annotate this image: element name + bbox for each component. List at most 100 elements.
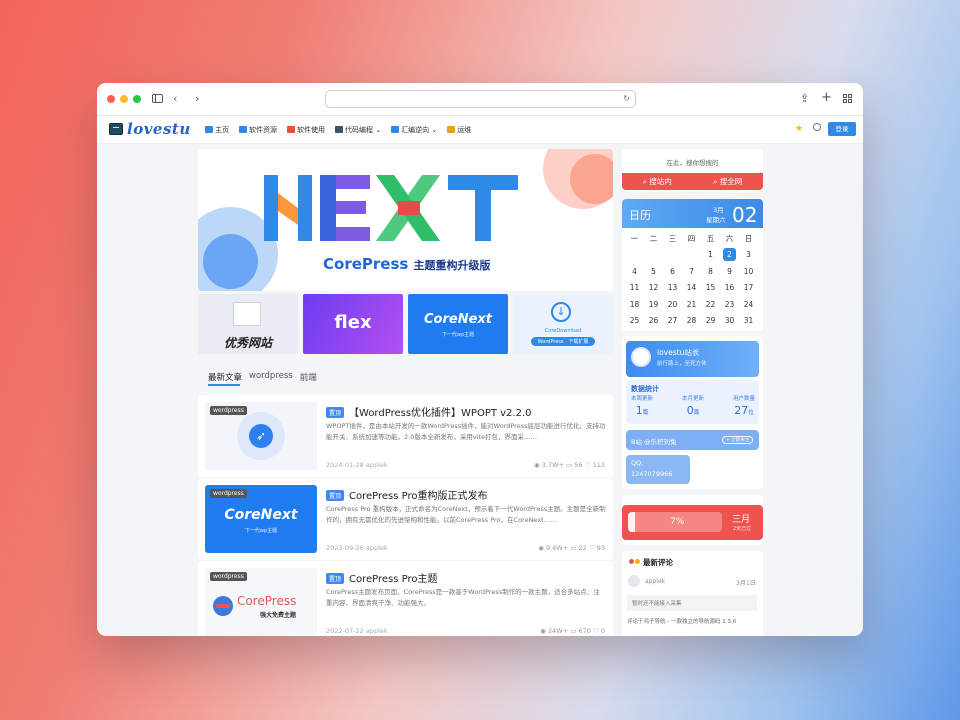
nav-item-3[interactable]: 代码编程 ⌄ — [335, 125, 381, 135]
calendar-day-cell[interactable]: 7 — [682, 263, 701, 280]
search-web-button[interactable]: ⌕ 搜全网 — [693, 173, 764, 190]
calendar-day-cell[interactable]: 14 — [682, 280, 701, 297]
calendar-day-cell[interactable]: 26 — [644, 313, 663, 330]
site-logo[interactable]: lovestu — [109, 120, 191, 138]
minimize-dot-icon[interactable] — [120, 95, 128, 103]
tab-0[interactable]: 最新文章 — [208, 371, 242, 383]
calendar-day-cell[interactable]: 28 — [682, 313, 701, 330]
nav-label: 运维 — [457, 126, 472, 134]
calendar-day-cell[interactable]: 16 — [720, 280, 739, 297]
nav-item-0[interactable]: 主页 — [205, 125, 229, 135]
calendar-day-cell[interactable]: 10 — [739, 263, 758, 280]
thumb-sublabel: WordPress · 下载扩展 — [531, 337, 595, 346]
nav-item-4[interactable]: 汇编逆向 ⌄ — [391, 125, 437, 135]
calendar-day-cell[interactable]: 20 — [663, 296, 682, 313]
calendar-day-cell[interactable]: 15 — [701, 280, 720, 297]
calendar-widget: 日历 3月 星期六 02 一二三四五六日 1 2 3 4 5 6 7 8 9 10 11 12 13 14 1… — [622, 199, 763, 331]
address-bar[interactable]: ↻ — [325, 90, 636, 108]
tab-overview-icon[interactable] — [843, 94, 852, 103]
post-card[interactable]: CoreNext 下一代wp主题 wordpress 置顶 CorePress Pro重… — [198, 478, 613, 560]
calendar-day-cell[interactable]: 19 — [644, 296, 663, 313]
zoom-dot-icon[interactable] — [133, 95, 141, 103]
bilibili-panel[interactable]: B站 @乐积刘兔 + 立即关注 — [626, 430, 759, 450]
active-tab-underline — [208, 384, 240, 386]
calendar-day-cell[interactable]: 18 — [625, 296, 644, 313]
back-icon[interactable]: ‹ — [173, 93, 177, 104]
calendar-day-cell — [644, 247, 663, 264]
follow-button[interactable]: + 立即关注 — [722, 436, 754, 444]
calendar-day-cell[interactable]: 13 — [663, 280, 682, 297]
banner-next-logo — [264, 175, 518, 241]
close-dot-icon[interactable] — [107, 95, 115, 103]
sidebar-toggle-icon[interactable] — [152, 94, 163, 103]
search-icon[interactable] — [813, 123, 821, 131]
post-card[interactable]: ➶ wordpress 置顶 【WordPress优化插件】WPOPT v2.2.0 W… — [198, 395, 613, 477]
calendar-day-cell[interactable]: 25 — [625, 313, 644, 330]
commenter-avatar[interactable] — [628, 575, 640, 587]
heart-icon: ♡ — [584, 461, 593, 469]
comment-text[interactable]: 暂时还不能接入采集 — [627, 595, 757, 611]
post-author[interactable]: applek — [366, 544, 388, 552]
post-tag[interactable]: wordpress — [210, 489, 247, 498]
weekday-label: 三 — [668, 233, 677, 243]
stat-item: 用户数量 27位 — [733, 394, 755, 417]
avatar[interactable] — [631, 347, 651, 367]
calendar-day-cell[interactable]: 23 — [720, 296, 739, 313]
nav-item-2[interactable]: 软件使用 — [287, 125, 325, 135]
calendar-day-cell[interactable]: 21 — [682, 296, 701, 313]
post-tag[interactable]: wordpress — [210, 572, 247, 581]
nav-item-1[interactable]: 软件资源 — [239, 125, 277, 135]
tab-1[interactable]: wordpress — [249, 371, 293, 383]
calendar-day-cell[interactable]: 17 — [739, 280, 758, 297]
calendar-day-cell[interactable]: 27 — [663, 313, 682, 330]
calendar-day-cell[interactable]: 11 — [625, 280, 644, 297]
calendar-day-cell[interactable]: 22 — [701, 296, 720, 313]
share-icon[interactable]: ⇪ — [800, 93, 809, 104]
tab-2[interactable]: 前端 — [300, 371, 317, 383]
post-title[interactable]: 置顶 CorePress Pro主题 — [326, 570, 438, 585]
calendar-day-cell[interactable]: 24 — [739, 296, 758, 313]
calendar-day-cell[interactable]: 2 — [720, 247, 739, 264]
calendar-title: 日历 — [629, 209, 651, 222]
post-author[interactable]: applek — [366, 461, 388, 469]
forward-icon[interactable]: › — [195, 93, 199, 104]
calendar-day-cell[interactable]: 8 — [701, 263, 720, 280]
main-column: CorePress 主题重构升级版 优秀网站 flex CoreNext 下一代… — [198, 149, 613, 636]
search-site-button[interactable]: ⌕ 搜站内 — [622, 173, 693, 190]
calendar-day-cell[interactable]: 4 — [625, 263, 644, 280]
hero-banner[interactable]: CorePress 主题重构升级版 — [198, 149, 613, 291]
login-button[interactable]: 登录 — [828, 122, 856, 136]
calendar-day-cell[interactable]: 6 — [663, 263, 682, 280]
post-author[interactable]: applek — [366, 627, 388, 635]
search-buttons: ⌕ 搜站内 ⌕ 搜全网 — [622, 173, 763, 190]
reload-icon[interactable]: ↻ — [623, 94, 630, 103]
calendar-day-cell[interactable]: 3 — [739, 247, 758, 264]
weekday-label: 二 — [649, 233, 658, 243]
post-stats: ◉ 3.7W+ ▭ 56 ♡ 113 — [534, 461, 605, 469]
calendar-day-cell[interactable]: 12 — [644, 280, 663, 297]
post-card[interactable]: CorePress 强大免费主题 wordpress 置顶 CorePress Pro主… — [198, 561, 613, 636]
thumb-flex[interactable]: flex — [303, 294, 403, 354]
post-title[interactable]: 置顶 CorePress Pro重构版正式发布 — [326, 487, 488, 502]
nav-item-5[interactable]: 运维 — [447, 125, 471, 135]
new-tab-icon[interactable]: + — [821, 91, 832, 104]
commenter-name[interactable]: applek — [645, 578, 665, 585]
comment-ref[interactable]: 评论于鸿子导航 - 一款独立的导航源码 1.3.6 — [627, 617, 760, 625]
calendar-day-cell[interactable]: 1 — [701, 247, 720, 264]
nav-label: 代码编程 — [345, 126, 373, 134]
comments-widget: 最新评论 applek 3月1日 暂时还不能接入采集 评论于鸿子导航 - 一款独… — [622, 551, 763, 636]
qq-panel[interactable]: QQ: 1247079966 — [626, 455, 690, 484]
calendar-day-cell[interactable]: 9 — [720, 263, 739, 280]
thumb-youxiu[interactable]: 优秀网站 — [198, 294, 298, 354]
calendar-day-cell[interactable]: 30 — [720, 313, 739, 330]
weekday-label: 六 — [725, 233, 734, 243]
calendar-day-cell[interactable]: 31 — [739, 313, 758, 330]
post-excerpt: WPOPT插件，是由本站开发的一款WordPress插件，能对WordPress… — [326, 422, 606, 441]
star-icon[interactable]: ★ — [795, 124, 803, 134]
post-tag[interactable]: wordpress — [210, 406, 247, 415]
calendar-day-cell[interactable]: 5 — [644, 263, 663, 280]
thumb-coredownload[interactable]: ↓ CoreDownload WordPress · 下载扩展 — [513, 294, 613, 354]
post-title[interactable]: 置顶 【WordPress优化插件】WPOPT v2.2.0 — [326, 404, 532, 419]
calendar-day-cell[interactable]: 29 — [701, 313, 720, 330]
thumb-corenext[interactable]: CoreNext 下一代wp主题 — [408, 294, 508, 354]
